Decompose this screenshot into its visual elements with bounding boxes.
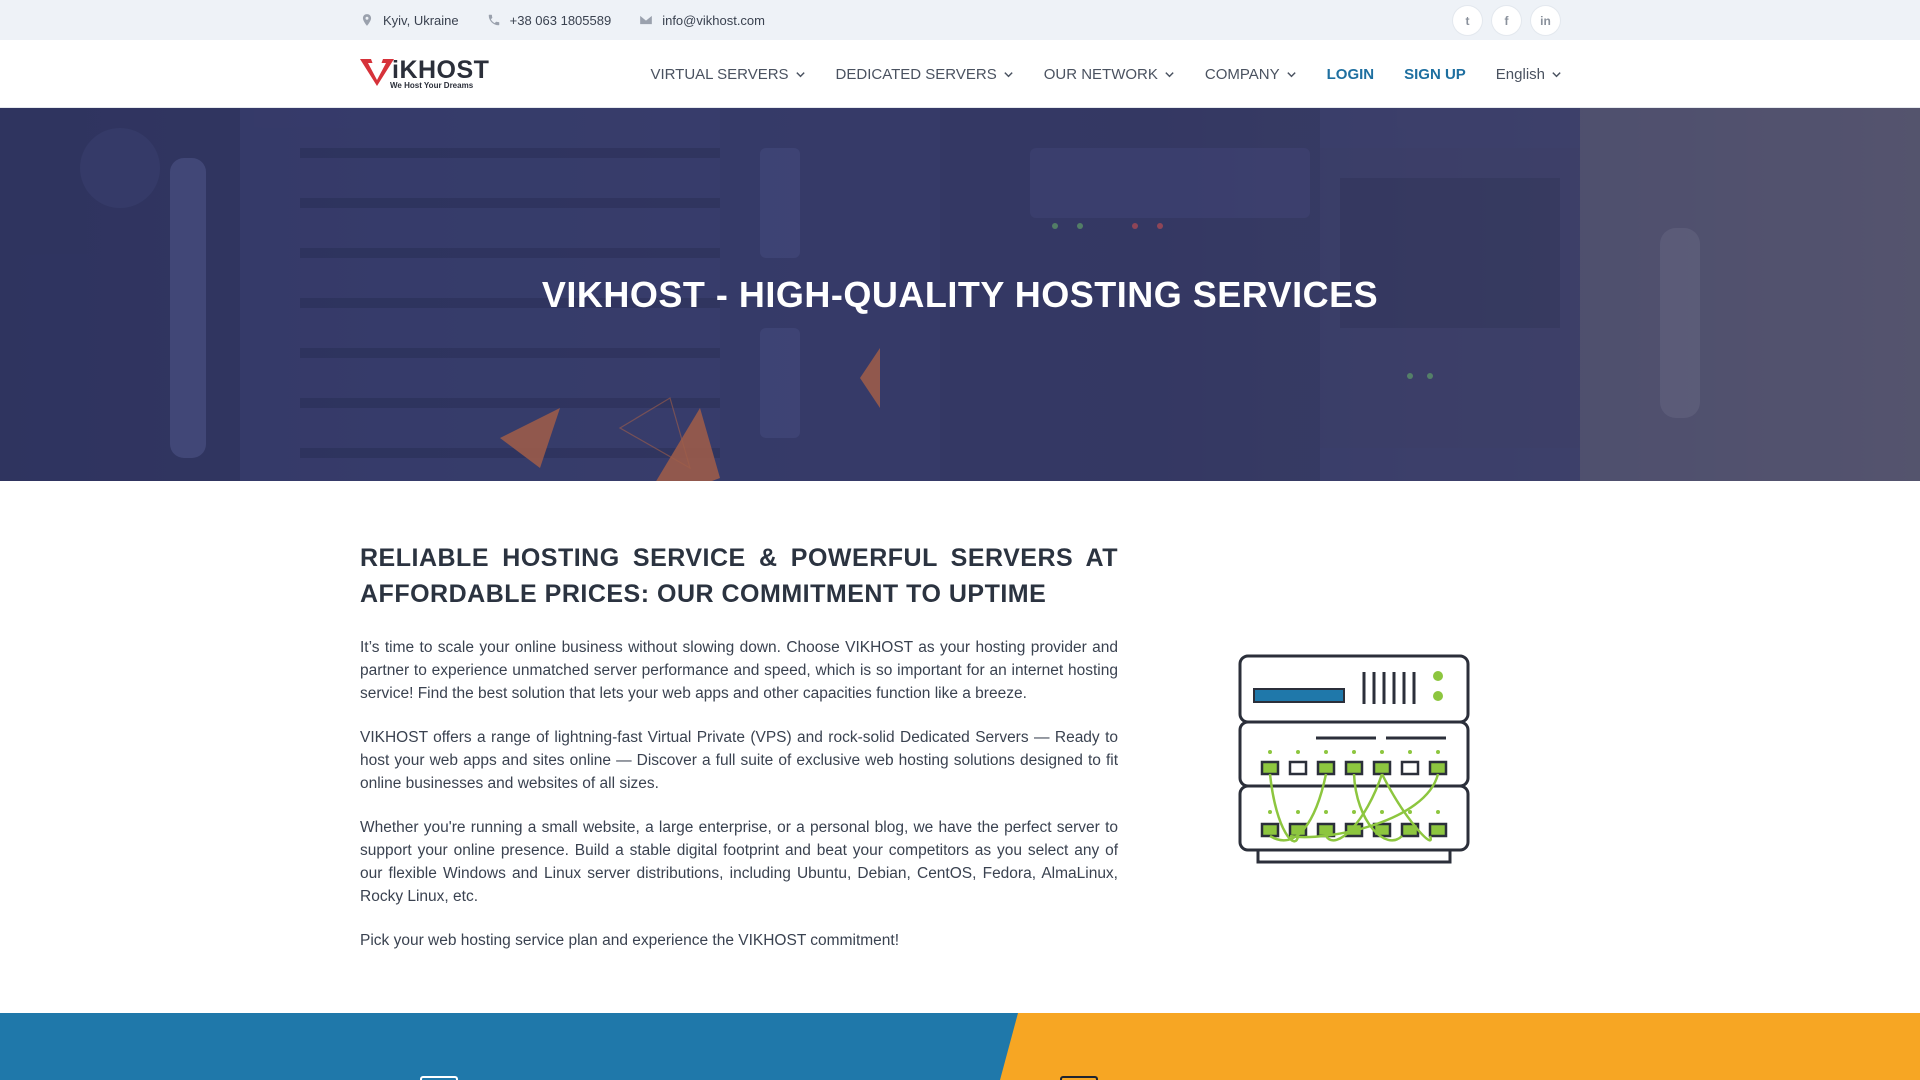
phone-icon	[488, 14, 499, 26]
logo-tagline: We Host Your Dreams	[390, 81, 474, 90]
nav-virtual-servers-label: VIRTUAL SERVERS	[650, 65, 789, 83]
phone-text[interactable]: +38 063 1805589	[510, 13, 612, 28]
intro-section: RELIABLE HOSTING SERVICE & POWERFUL SERV…	[360, 540, 1118, 952]
chevron-down-icon	[795, 71, 805, 77]
language-selector[interactable]: English	[1496, 66, 1562, 83]
intro-paragraph-1: It’s time to scale your online business …	[360, 639, 1118, 702]
contact-info: Kyiv, Ukraine +38 063 1805589 info@vikho…	[360, 0, 765, 40]
chevron-down-icon	[1165, 71, 1174, 77]
server-rack-illustration	[1238, 654, 1470, 864]
nav-menu: VIRTUAL SERVERS DEDICATED SERVERS OUR NE…	[650, 40, 1562, 108]
envelope-icon	[640, 15, 653, 25]
phone-contact[interactable]: +38 063 1805589	[487, 13, 612, 28]
location-text: Kyiv, Ukraine	[383, 12, 459, 28]
email-contact[interactable]: info@vikhost.com	[639, 13, 765, 28]
intro-paragraph-4: Pick your web hosting service plan and e…	[360, 932, 900, 949]
sign-up-link[interactable]: SIGN UP	[1404, 66, 1466, 83]
hero-banner: VIKHOST - HIGH-QUALITY HOSTING SERVICES	[0, 108, 1920, 481]
feature-icon-top-2	[1060, 1076, 1098, 1080]
nav-our-network[interactable]: OUR NETWORK	[1044, 66, 1175, 83]
nav-company-label: COMPANY	[1204, 65, 1280, 83]
nav-virtual-servers[interactable]: VIRTUAL SERVERS	[650, 66, 805, 83]
location-contact: Kyiv, Ukraine	[360, 13, 459, 28]
logo-v-mark	[360, 59, 394, 86]
intro-heading: RELIABLE HOSTING SERVICE & POWERFUL SERV…	[360, 544, 1118, 608]
main-navbar: iKHOST We Host Your Dreams VIRTUAL SERVE…	[0, 40, 1920, 108]
email-text[interactable]: info@vikhost.com	[662, 13, 765, 28]
nav-company[interactable]: COMPANY	[1205, 66, 1297, 83]
chevron-down-icon	[1286, 71, 1296, 77]
social-links: t f in	[1453, 6, 1560, 35]
intro-paragraph-3: Whether you're running a small website, …	[360, 819, 1118, 905]
feature-band	[0, 1013, 1920, 1080]
language-label: English	[1495, 65, 1545, 83]
map-pin-icon	[362, 14, 372, 26]
site-logo[interactable]: iKHOST We Host Your Dreams	[360, 56, 500, 91]
linkedin-icon[interactable]: in	[1531, 6, 1560, 35]
nav-dedicated-servers-label: DEDICATED SERVERS	[835, 65, 997, 83]
top-contact-bar: Kyiv, Ukraine +38 063 1805589 info@vikho…	[0, 0, 1920, 40]
nav-dedicated-servers[interactable]: DEDICATED SERVERS	[836, 66, 1014, 83]
feature-icon-top	[420, 1076, 458, 1080]
nav-our-network-label: OUR NETWORK	[1043, 65, 1158, 83]
facebook-icon[interactable]: f	[1492, 6, 1521, 35]
chevron-down-icon	[1552, 71, 1561, 77]
hero-title: VIKHOST - HIGH-QUALITY HOSTING SERVICES	[541, 274, 1379, 315]
intro-paragraph-2: VIKHOST offers a range of lightning-fast…	[360, 729, 1118, 792]
login-link[interactable]: LOGIN	[1327, 66, 1375, 83]
twitter-icon[interactable]: t	[1453, 6, 1482, 35]
chevron-down-icon	[1004, 71, 1013, 77]
